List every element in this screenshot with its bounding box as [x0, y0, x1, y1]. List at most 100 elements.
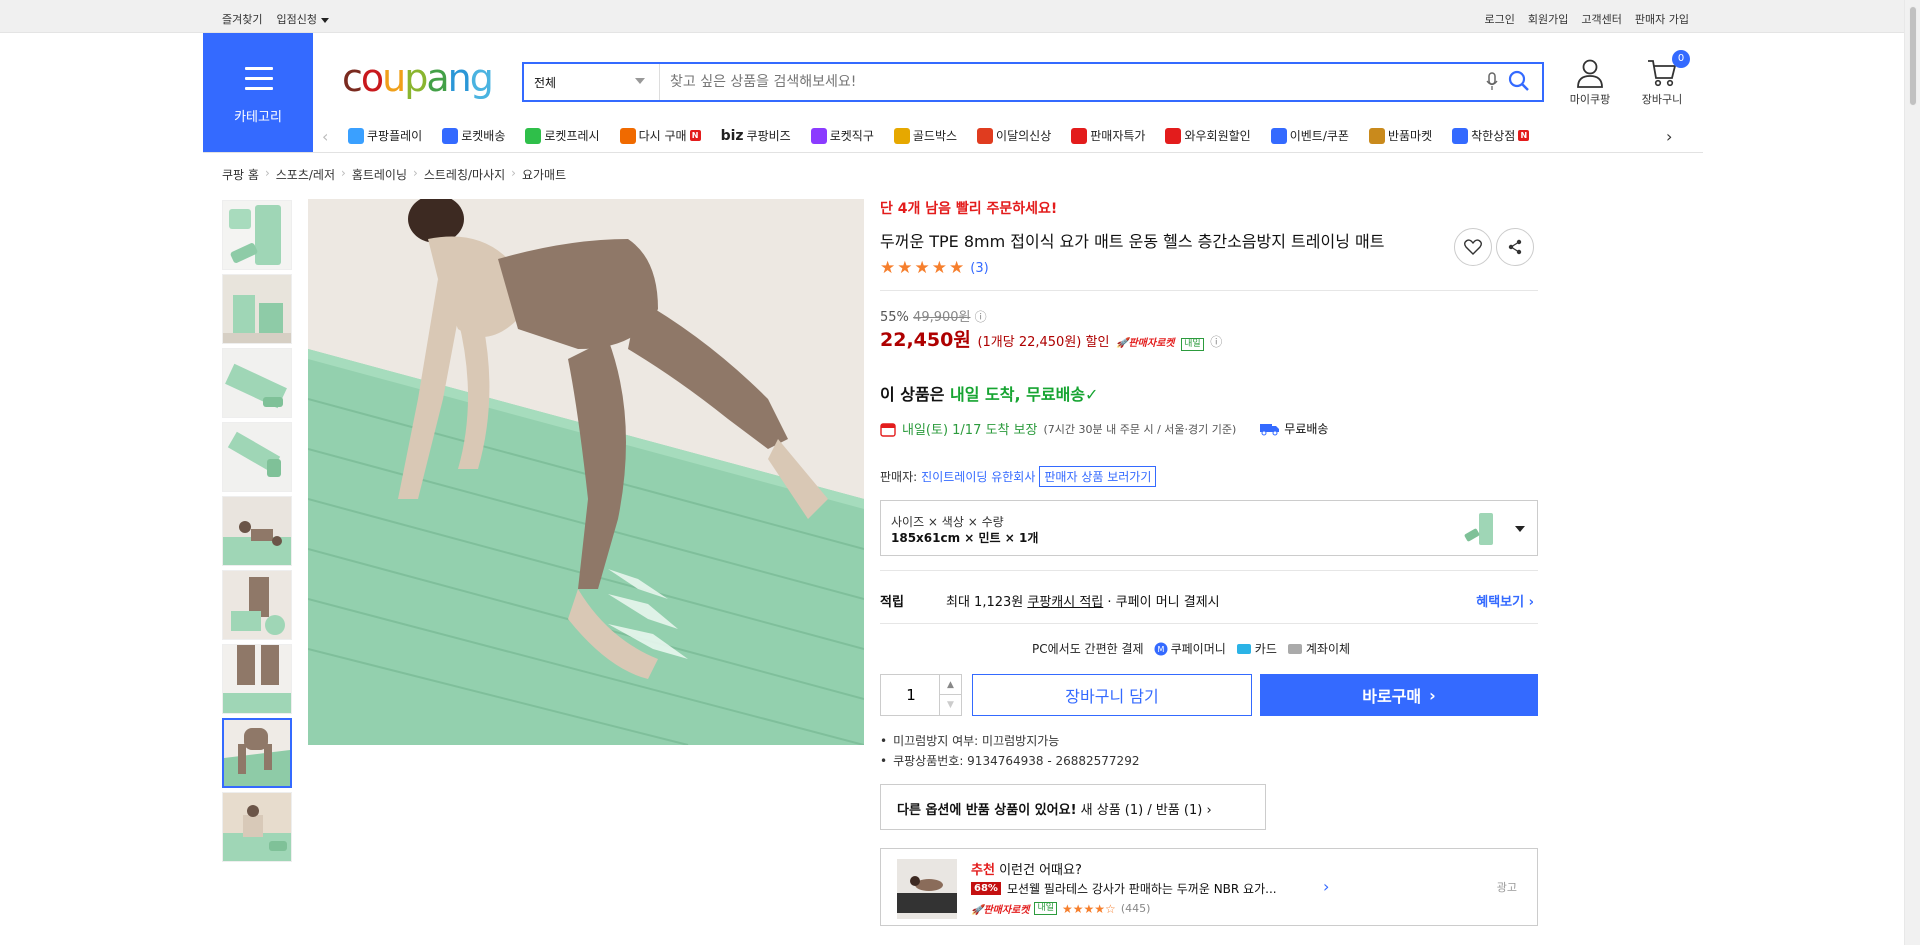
- spec-item: 미끄럼방지 여부: 미끄럼방지가능: [880, 732, 1139, 749]
- info-icon[interactable]: ⓘ: [1210, 335, 1222, 349]
- login-link[interactable]: 로그인: [1485, 11, 1515, 27]
- thumbnail-1[interactable]: [222, 200, 292, 270]
- info-icon[interactable]: ⓘ: [975, 310, 987, 324]
- main-product-image[interactable]: [308, 199, 864, 745]
- goldbox-icon: [893, 127, 910, 144]
- breadcrumb-yoga-mat[interactable]: 요가매트: [522, 166, 566, 183]
- breadcrumb-separator: ›: [264, 166, 270, 180]
- my-coupang-button[interactable]: 마이쿠팡: [1560, 58, 1620, 107]
- category-button[interactable]: 카테고리: [203, 33, 313, 153]
- nav-item[interactable]: 다시 구매 N: [619, 127, 701, 144]
- nav-item[interactable]: 로켓배송: [442, 127, 505, 144]
- nav-prev-arrow-icon[interactable]: ‹: [322, 127, 328, 146]
- search-category-select[interactable]: 전체: [524, 64, 660, 100]
- header-divider: [203, 152, 1703, 153]
- recommendation-name: 모션웰 필라테스 강사가 판매하는 두꺼운 NBR 요가...: [1006, 882, 1277, 896]
- thumbnail-4[interactable]: [222, 422, 292, 492]
- card-payment: 카드: [1236, 640, 1277, 657]
- cart-button[interactable]: 0 장바구니: [1632, 50, 1692, 107]
- thumbnail-8-selected[interactable]: [222, 718, 292, 788]
- star-icon: ★: [880, 258, 896, 278]
- breadcrumb-sports[interactable]: 스포츠/레저: [276, 166, 335, 183]
- chevron-right-icon: ›: [1528, 595, 1534, 610]
- nav-next-arrow-icon[interactable]: ›: [1666, 127, 1672, 146]
- microphone-icon[interactable]: [1486, 72, 1498, 95]
- option-selector[interactable]: 사이즈 × 색상 × 수량 185x61cm × 민트 × 1개: [880, 500, 1538, 556]
- nav-item[interactable]: 이달의신상: [977, 127, 1051, 144]
- thumbnail-3[interactable]: [222, 348, 292, 418]
- rating-stars[interactable]: ★ ★ ★ ★ ★ (3): [880, 260, 989, 277]
- arrival-headline: 이 상품은 내일 도착, 무료배송✓: [880, 385, 1099, 404]
- favorites-link[interactable]: 즐겨찾기: [222, 11, 262, 27]
- shop-icon: [1452, 127, 1469, 144]
- bank-transfer: 계좌이체: [1287, 640, 1350, 657]
- page-scrollbar[interactable]: [1904, 0, 1920, 945]
- search-category-value: 전체: [534, 76, 557, 90]
- check-icon: ✓: [1085, 385, 1099, 404]
- rocket-global-icon: [810, 127, 827, 144]
- payment-methods: PC에서도 간편한 결제 M 쿠페이머니 카드 계좌이체: [1032, 640, 1350, 657]
- recommendation-card[interactable]: 추천 이런건 어때요? 68% 모션웰 필라테스 강사가 판매하는 두꺼운 NBR…: [880, 848, 1538, 926]
- quantity-input[interactable]: [881, 675, 941, 715]
- coupang-cash-link[interactable]: 쿠팡캐시 적립: [1027, 595, 1103, 610]
- nav-item[interactable]: biz 쿠팡비즈: [721, 127, 791, 144]
- nav-item[interactable]: 골드박스: [893, 127, 957, 144]
- quantity-up-icon[interactable]: ▲: [939, 675, 961, 695]
- original-price: 49,900원: [913, 310, 971, 325]
- seller-name-link[interactable]: 진이트레이딩 유한회사: [921, 468, 1035, 485]
- nav-item[interactable]: 와우회원할인: [1165, 127, 1251, 144]
- thumbnail-6[interactable]: [222, 570, 292, 640]
- nav-item-label: 와우회원할인: [1184, 129, 1251, 143]
- breadcrumb: 쿠팡 홈 › 스포츠/레저 › 홈트레이닝 › 스트레칭/마사지 › 요가매트: [222, 166, 566, 183]
- seller-products-button[interactable]: 판매자 상품 보러가기: [1039, 466, 1157, 487]
- search-icon[interactable]: [1508, 70, 1530, 95]
- nav-item-label: 판매자특가: [1090, 129, 1146, 143]
- nav-item[interactable]: 판매자특가: [1071, 127, 1145, 144]
- nav-item-label: 로켓직구: [829, 129, 874, 143]
- buy-now-button[interactable]: 바로구매 ›: [1260, 674, 1538, 716]
- discount-rate: 55%: [880, 310, 909, 325]
- breadcrumb-stretching[interactable]: 스트레칭/마사지: [424, 166, 505, 183]
- scrollbar-thumb[interactable]: [1909, 6, 1917, 106]
- coupang-logo[interactable]: coupang: [342, 55, 502, 113]
- cashback-text: 최대 1,123원 쿠팡캐시 적립 · 쿠페이 머니 결제시: [946, 595, 1220, 610]
- shortcut-nav: ‹ 쿠팡플레이 로켓배송 로켓프레시 다시 구매 N biz 쿠팡비즈 로켓직구 골드박스 이달의…: [320, 123, 1690, 151]
- payment-label: PC에서도 간편한 결제: [1032, 642, 1144, 656]
- nav-item[interactable]: 로켓프레시: [525, 127, 600, 144]
- search-bar: 전체: [522, 62, 1544, 102]
- signup-link[interactable]: 회원가입: [1528, 11, 1568, 27]
- seller-signup-link[interactable]: 판매자 가입: [1635, 11, 1689, 27]
- benefits-link[interactable]: 혜택보기 ›: [1476, 591, 1534, 610]
- thumbnail-list: [222, 200, 294, 866]
- share-button[interactable]: [1496, 228, 1534, 266]
- nav-item[interactable]: 쿠팡플레이: [348, 127, 422, 144]
- product-spec-list: 미끄럼방지 여부: 미끄럼방지가능 쿠팡상품번호: 9134764938 - 2…: [880, 732, 1139, 772]
- thumbnail-9[interactable]: [222, 792, 292, 862]
- nav-item-label: 쿠팡비즈: [746, 129, 791, 143]
- new-badge: N: [1518, 130, 1530, 141]
- review-count[interactable]: (3): [970, 261, 988, 276]
- thumbnail-7[interactable]: [222, 644, 292, 714]
- customer-center-link[interactable]: 고객센터: [1581, 11, 1621, 27]
- nav-item-label: 이달의신상: [996, 129, 1052, 143]
- return-option-notice[interactable]: 다른 옵션에 반품 상품이 있어요! 새 상품 (1) / 반품 (1) ›: [880, 784, 1266, 830]
- new-badge: N: [689, 130, 701, 141]
- seller-apply-link[interactable]: 입점신청: [276, 11, 329, 27]
- breadcrumb-home[interactable]: 쿠팡 홈: [222, 166, 259, 183]
- chevron-right-icon[interactable]: ›: [1323, 877, 1329, 896]
- nav-item[interactable]: 로켓직구: [810, 127, 874, 144]
- nav-item[interactable]: 이벤트/쿠폰: [1270, 127, 1349, 144]
- quantity-down-icon[interactable]: ▼: [939, 695, 961, 715]
- triangle-down-icon: [635, 78, 645, 84]
- nav-item[interactable]: 반품마켓: [1368, 127, 1432, 144]
- search-input[interactable]: [670, 70, 1470, 94]
- quantity-stepper: ▲ ▼: [880, 674, 962, 716]
- new-icon: [977, 127, 994, 144]
- thumbnail-5[interactable]: [222, 496, 292, 566]
- wishlist-button[interactable]: [1454, 228, 1492, 266]
- nav-item[interactable]: 착한상점 N: [1452, 127, 1530, 144]
- breadcrumb-home-training[interactable]: 홈트레이닝: [352, 166, 407, 183]
- add-to-cart-button[interactable]: 장바구니 담기: [972, 674, 1252, 716]
- thumbnail-2[interactable]: [222, 274, 292, 344]
- wow-icon: [1165, 127, 1182, 144]
